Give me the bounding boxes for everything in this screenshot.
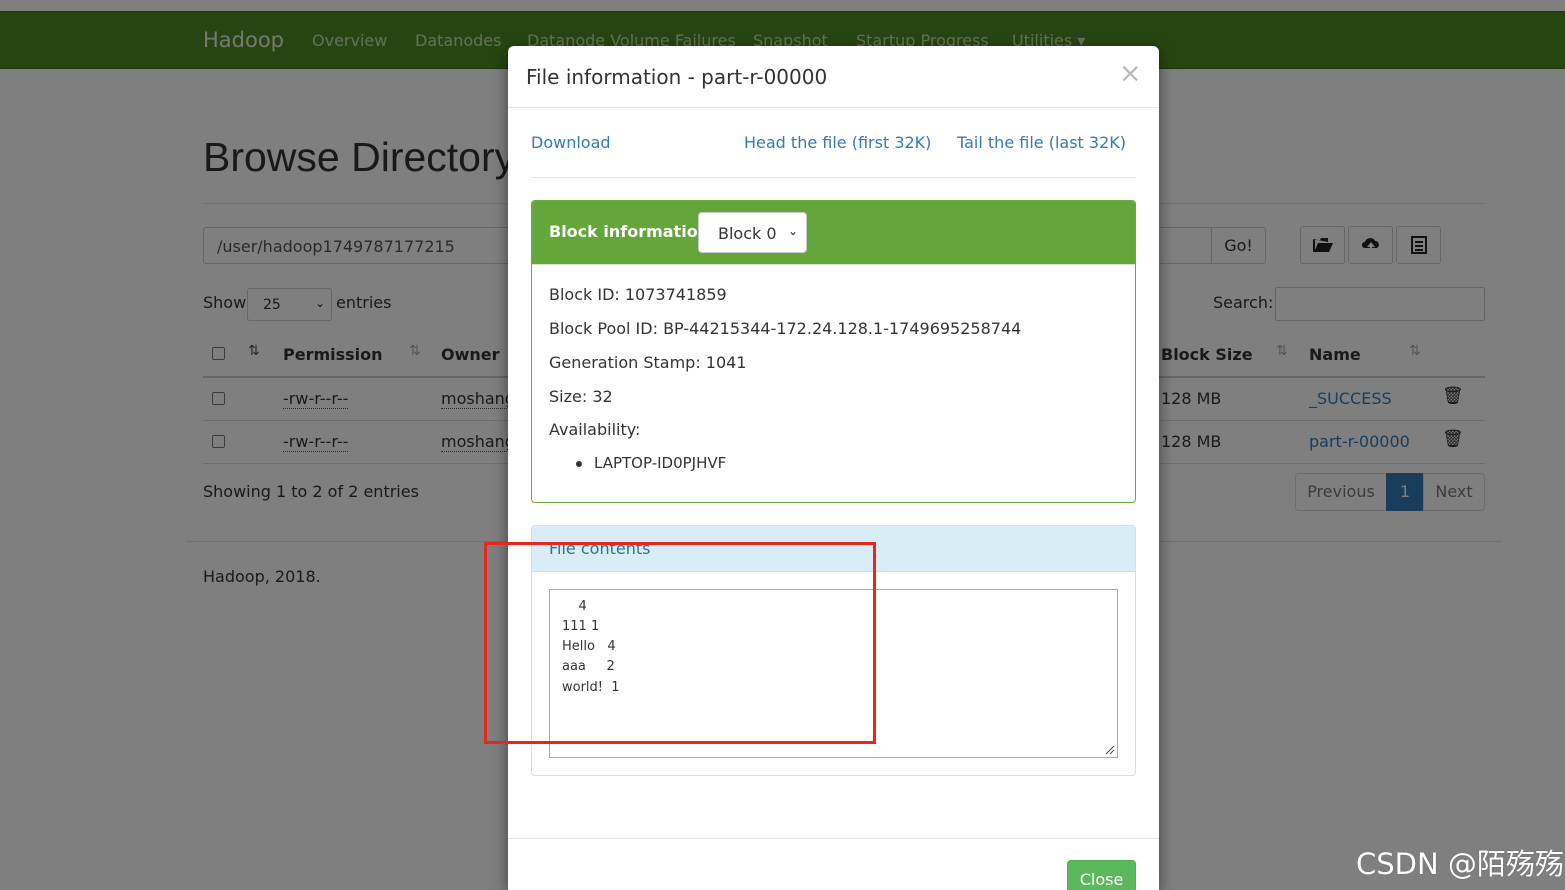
- block-select[interactable]: Block 0 ⌄: [698, 212, 807, 253]
- modal-title: File information - part-r-00000: [526, 65, 828, 89]
- file-information-modal: File information - part-r-00000 × Downlo…: [508, 46, 1159, 890]
- head-file-link[interactable]: Head the file (first 32K): [744, 133, 931, 152]
- block-panel-header: Block information -- Block 0 ⌄: [532, 201, 1135, 264]
- block-id: Block ID: 1073741859: [549, 285, 727, 304]
- block-pool-id: Block Pool ID: BP-44215344-172.24.128.1-…: [549, 319, 1022, 338]
- annotation-highlight-box: [484, 542, 876, 744]
- watermark-text: CSDN @陌殇殇: [1356, 847, 1564, 881]
- chevron-down-icon: ⌄: [787, 224, 798, 238]
- block-information-panel: Block information -- Block 0 ⌄ Block ID:…: [531, 200, 1136, 503]
- availability-host: LAPTOP-ID0PJHVF: [594, 454, 727, 472]
- close-icon[interactable]: ×: [1119, 58, 1142, 89]
- block-panel-body: Block ID: 1073741859 Block Pool ID: BP-4…: [532, 264, 1135, 502]
- resize-handle-icon[interactable]: [1105, 745, 1115, 755]
- modal-header-divider: [508, 107, 1159, 108]
- close-button[interactable]: Close: [1067, 860, 1136, 890]
- generation-stamp: Generation Stamp: 1041: [549, 353, 747, 372]
- tail-file-link[interactable]: Tail the file (last 32K): [957, 133, 1126, 152]
- links-divider: [531, 177, 1136, 178]
- download-link[interactable]: Download: [531, 133, 611, 152]
- bullet-icon: [576, 461, 582, 467]
- block-select-value: Block 0: [718, 224, 777, 243]
- modal-footer-divider: [508, 838, 1159, 839]
- availability-label: Availability:: [549, 420, 641, 439]
- block-size: Size: 32: [549, 387, 613, 406]
